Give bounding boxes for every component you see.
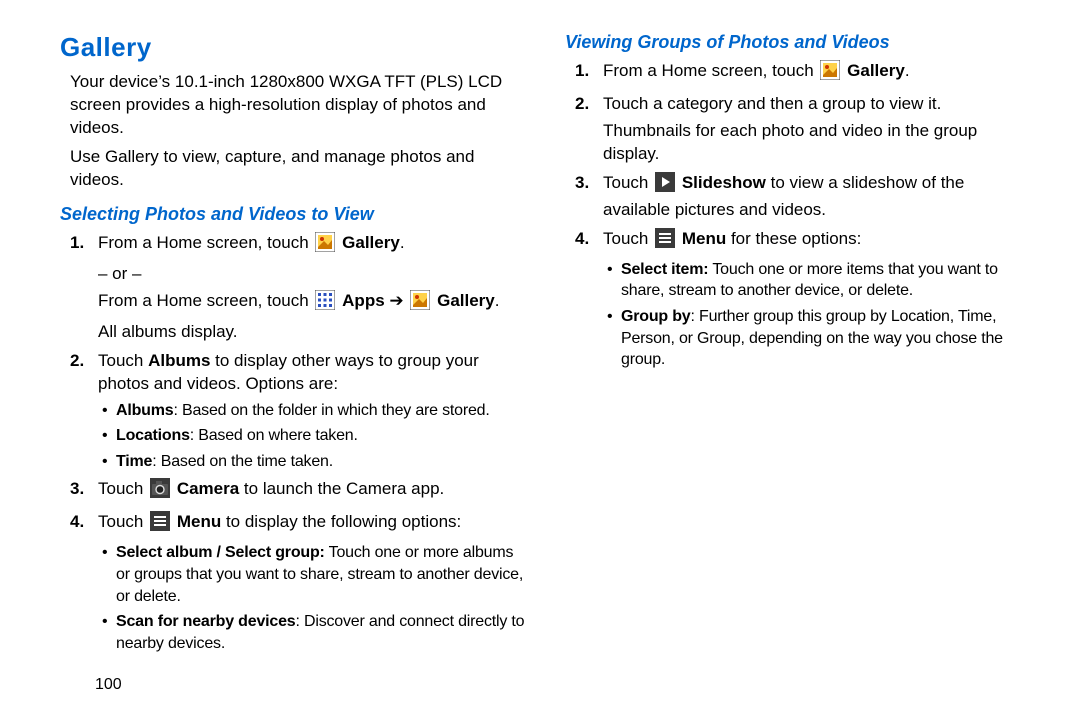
text: From a Home screen, touch — [603, 61, 818, 80]
text: Locations — [116, 427, 190, 444]
step-number: 3. — [70, 478, 84, 501]
text: Touch — [98, 479, 148, 498]
step-number: 2. — [575, 93, 589, 116]
text: Touch — [603, 173, 653, 192]
text: for these options: — [726, 229, 861, 248]
text: Group by — [621, 308, 691, 325]
gallery-icon — [410, 290, 430, 317]
text: Menu — [682, 229, 726, 248]
step-b2b: Thumbnails for each photo and video in t… — [603, 120, 1030, 166]
text: Gallery — [342, 233, 400, 252]
intro-2: Use Gallery to view, capture, and manage… — [70, 146, 525, 192]
menu-icon — [655, 228, 675, 255]
or-text: – or – — [98, 263, 525, 286]
section-a-heading: Selecting Photos and Videos to View — [60, 202, 525, 226]
step-number: 1. — [70, 232, 84, 255]
step-a1: 1. From a Home screen, touch Gallery. — [98, 232, 525, 259]
arrow-text: ➔ — [389, 291, 408, 310]
text: to launch the Camera app. — [239, 479, 444, 498]
text: Camera — [177, 479, 239, 498]
step-a3: 3. Touch Camera to launch the Camera app… — [98, 478, 525, 505]
step-number: 4. — [70, 511, 84, 534]
text: : Based on where taken. — [190, 427, 358, 444]
step-a2: 2. Touch Albums to display other ways to… — [98, 350, 525, 396]
bullet: Locations: Based on where taken. — [116, 425, 525, 447]
bullet: Group by: Further group this group by Lo… — [621, 306, 1030, 371]
text: Apps — [342, 291, 385, 310]
text: Albums — [116, 402, 173, 419]
page-number: 100 — [95, 674, 122, 696]
text: Slideshow — [682, 173, 766, 192]
gallery-icon — [315, 232, 335, 259]
text: From a Home screen, touch — [98, 233, 313, 252]
bullet: Time: Based on the time taken. — [116, 451, 525, 473]
text: . — [905, 61, 910, 80]
text: . — [495, 291, 500, 310]
step-number: 1. — [575, 60, 589, 83]
menu-icon — [150, 511, 170, 538]
step-a1c: All albums display. — [98, 321, 525, 344]
step-number: 4. — [575, 228, 589, 251]
text: : Based on the folder in which they are … — [173, 402, 489, 419]
bullet: Albums: Based on the folder in which the… — [116, 400, 525, 422]
text: Albums — [148, 351, 210, 370]
text: Touch a category and then a group to vie… — [603, 94, 941, 113]
apps-icon — [315, 290, 335, 317]
text: Time — [116, 453, 152, 470]
page-title: Gallery — [60, 30, 525, 65]
intro-1: Your device’s 10.1-inch 1280x800 WXGA TF… — [70, 71, 525, 140]
step-b2: 2. Touch a category and then a group to … — [603, 93, 1030, 116]
bullet: Scan for nearby devices: Discover and co… — [116, 611, 525, 654]
bullet: Select item: Touch one or more items tha… — [621, 259, 1030, 302]
text: Touch — [603, 229, 653, 248]
text: to display the following options: — [221, 512, 461, 531]
text: : Based on the time taken. — [152, 453, 333, 470]
step-number: 2. — [70, 350, 84, 373]
step-b1: 1. From a Home screen, touch Gallery. — [603, 60, 1030, 87]
text: Touch — [98, 512, 148, 531]
text: Gallery — [437, 291, 495, 310]
text: Touch — [98, 351, 148, 370]
step-b4: 4. Touch Menu for these options: — [603, 228, 1030, 255]
step-a4: 4. Touch Menu to display the following o… — [98, 511, 525, 538]
text: . — [400, 233, 405, 252]
text: Gallery — [847, 61, 905, 80]
bullet: Select album / Select group: Touch one o… — [116, 542, 525, 607]
play-icon — [655, 172, 675, 199]
text: Select item: — [621, 261, 708, 278]
step-number: 3. — [575, 172, 589, 195]
text: From a Home screen, touch — [98, 291, 313, 310]
text: Select album / Select group: — [116, 544, 325, 561]
step-a1b: From a Home screen, touch Apps ➔ Gallery… — [98, 290, 525, 317]
camera-icon — [150, 478, 170, 505]
section-b-heading: Viewing Groups of Photos and Videos — [565, 30, 1030, 54]
text: Menu — [177, 512, 221, 531]
text: Scan for nearby devices — [116, 613, 296, 630]
gallery-icon — [820, 60, 840, 87]
step-b3: 3. Touch Slideshow to view a slideshow o… — [603, 172, 1030, 222]
